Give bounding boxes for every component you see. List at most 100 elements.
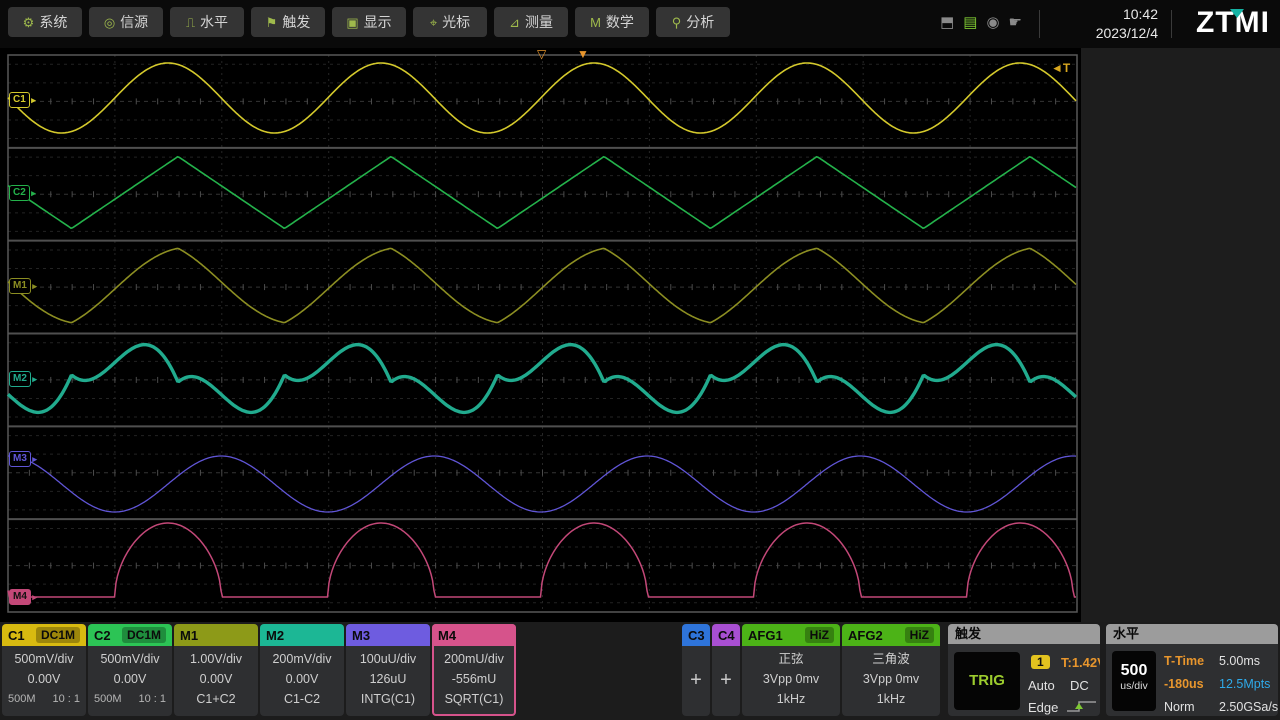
topbar-divider	[1039, 10, 1040, 38]
timebase-box[interactable]: 500 us/div	[1112, 651, 1156, 711]
menu-button-4[interactable]: ⚑触发	[251, 7, 325, 37]
channel-label: M4	[438, 628, 456, 643]
horizontal-panel[interactable]: 水平 500 us/div T-Time5.00ms-180us12.5Mpts…	[1106, 624, 1278, 716]
add-channel-c3[interactable]: C3 +	[682, 624, 710, 716]
add-channel-plus[interactable]: +	[712, 646, 740, 711]
channel-box-afg2[interactable]: AFG2HiZ三角波3Vpp 0mv1kHz	[842, 624, 940, 716]
top-menu-bar: ⚙系统◎信源⎍水平⚑触发▣显示⌖光标⊿测量M数学⚲分析 ⬒▤◉☛ 10:42 2…	[0, 0, 1280, 48]
channel-header: AFG1 HiZ	[742, 624, 840, 646]
horizontal-panel-title: 水平	[1106, 624, 1278, 644]
channel-readouts: 正弦3Vpp 0mv1kHz	[742, 646, 840, 709]
coupling-badge: DC1M	[36, 627, 80, 643]
channel-box-m3[interactable]: M3100uU/div126uUINTG(C1)	[346, 624, 430, 716]
channel-box-c2[interactable]: C2DC1M500mV/div0.00V500M10 : 1	[88, 624, 172, 716]
menu-button-5[interactable]: ▣ 显示	[332, 7, 406, 37]
channel-header: M4	[432, 624, 516, 646]
menu-label: 显示	[364, 12, 392, 32]
channel-box-m1[interactable]: M11.00V/div0.00VC1+C2	[174, 624, 258, 716]
channel-marker-c2[interactable]: C2▸	[9, 185, 30, 201]
menu-label: 水平	[200, 12, 228, 32]
readout-row: 200mV/div	[262, 649, 342, 669]
channel-label: C3	[688, 628, 705, 643]
topbar-divider2	[1171, 10, 1172, 38]
menu-button-8[interactable]: M 数学	[575, 7, 649, 37]
trigger-position-marker[interactable]: ▼	[577, 49, 589, 59]
readout-row: 1kHz	[744, 689, 838, 709]
channel-label: AFG2	[848, 628, 883, 643]
trigger-source-box[interactable]: TRIG	[954, 652, 1020, 710]
add-channel-c4[interactable]: C4+	[712, 624, 740, 716]
menu-button-3[interactable]: ⎍水平	[170, 7, 244, 37]
channel-label: AFG1	[748, 628, 783, 643]
clock-date: 2023/12/4	[1096, 24, 1158, 43]
oscilloscope-screen: ⚙系统◎信源⎍水平⚑触发▣显示⌖光标⊿测量M数学⚲分析 ⬒▤◉☛ 10:42 2…	[0, 0, 1280, 720]
coupling-badge: DC1M	[122, 627, 166, 643]
channel-box-m4[interactable]: M4 200mU/div-556mUSQRT(C1)	[432, 624, 516, 716]
menu-button-1[interactable]: ⚙系统	[8, 7, 82, 37]
channel-label: M2	[266, 628, 284, 643]
readout-row: 0.00V	[262, 669, 342, 689]
menu-label: 光标	[442, 12, 470, 32]
coupling-badge: HiZ	[805, 627, 834, 643]
readout-row: 3Vpp 0mv	[744, 669, 838, 689]
clock-time: 10:42	[1096, 5, 1158, 24]
readout-row: 正弦	[744, 649, 838, 669]
menu-button-2[interactable]: ◎ 信源	[89, 7, 163, 37]
trigger-channel-badge: 1	[1031, 654, 1050, 669]
trigger-panel[interactable]: 触发 TRIG 1 T:1.42V Auto DC Edge	[948, 624, 1100, 716]
channel-label: C1	[8, 628, 25, 643]
channel-readouts: 200mV/div0.00VC1-C2	[260, 646, 344, 709]
right-menu-panel	[1081, 48, 1280, 622]
brand-logo: ZTMI	[1196, 6, 1270, 40]
math-icon: M	[590, 16, 601, 29]
channel-marker-m2[interactable]: M2▸	[9, 371, 31, 387]
source-icon: ◎	[104, 16, 115, 29]
menu-button-9[interactable]: ⚲分析	[656, 7, 730, 37]
channel-readouts: 三角波3Vpp 0mv1kHz	[842, 646, 940, 709]
monitor-icon: ⬒	[940, 12, 954, 34]
channel-readouts: 200mU/div-556mUSQRT(C1)	[432, 646, 516, 709]
readout-row: 三角波	[844, 649, 938, 669]
hz-label-1: -180us	[1164, 677, 1204, 691]
waveform-area[interactable]: C1▸ C2▸ M1▸ M2▸ M3▸ M4▸ ▽ ▼ ◄T	[0, 48, 1081, 622]
channel-marker-m3[interactable]: M3▸	[9, 451, 31, 467]
channel-header: M1	[174, 624, 258, 646]
menu-label: 信源	[120, 12, 148, 32]
channel-box-afg1[interactable]: AFG1 HiZ 正弦3Vpp 0mv1kHz	[742, 624, 840, 716]
trigger-level-value: T:1.42V	[1061, 655, 1100, 670]
menu-button-7[interactable]: ⊿测量	[494, 7, 568, 37]
trigger-panel-title: 触发	[948, 624, 1100, 644]
channel-box-c1[interactable]: C1DC1M500mV/div0.00V500M10 : 1	[2, 624, 86, 716]
channel-box-m2[interactable]: M2 200mV/div0.00VC1-C2	[260, 624, 344, 716]
trigger-level-indicator[interactable]: ◄T	[1051, 61, 1070, 75]
channel-marker-c1[interactable]: C1▸	[9, 92, 30, 108]
channel-header: C1 DC1M	[2, 624, 86, 646]
channel-label: C2	[94, 628, 111, 643]
hz-value-1: 12.5Mpts	[1219, 677, 1270, 691]
cursor-icon: ⌖	[430, 16, 437, 29]
menu-label: 数学	[606, 12, 634, 32]
channel-marker-m1[interactable]: M1▸	[9, 278, 31, 294]
channel-marker-m4[interactable]: M4▸	[9, 589, 31, 605]
gesture-icon: ☛	[1009, 12, 1022, 34]
channel-header: AFG2HiZ	[842, 624, 940, 646]
readout-row: INTG(C1)	[348, 689, 428, 709]
readout-row: SQRT(C1)	[434, 689, 514, 709]
hz-label-0: T-Time	[1164, 654, 1204, 668]
channel-header: M2	[260, 624, 344, 646]
touch-icon: ◉	[986, 12, 999, 34]
status-icons: ⬒▤◉☛	[940, 12, 1022, 34]
readout-row: 500mV/div	[4, 649, 84, 669]
trigger-mode: Auto	[1028, 678, 1055, 693]
readout-row: 0.00V	[4, 669, 84, 689]
trigger-delay-marker[interactable]: ▽	[537, 49, 546, 59]
add-channel-plus[interactable]: +	[682, 646, 710, 711]
rising-edge-icon	[1066, 698, 1098, 714]
channel-header: M3	[346, 624, 430, 646]
hz-label-2: Norm	[1164, 700, 1195, 714]
menu-label: 测量	[525, 12, 553, 32]
gear-icon: ⚙	[23, 16, 35, 29]
menu-button-6[interactable]: ⌖ 光标	[413, 7, 487, 37]
display-icon: ▣	[346, 16, 358, 29]
channel-label: M1	[180, 628, 198, 643]
